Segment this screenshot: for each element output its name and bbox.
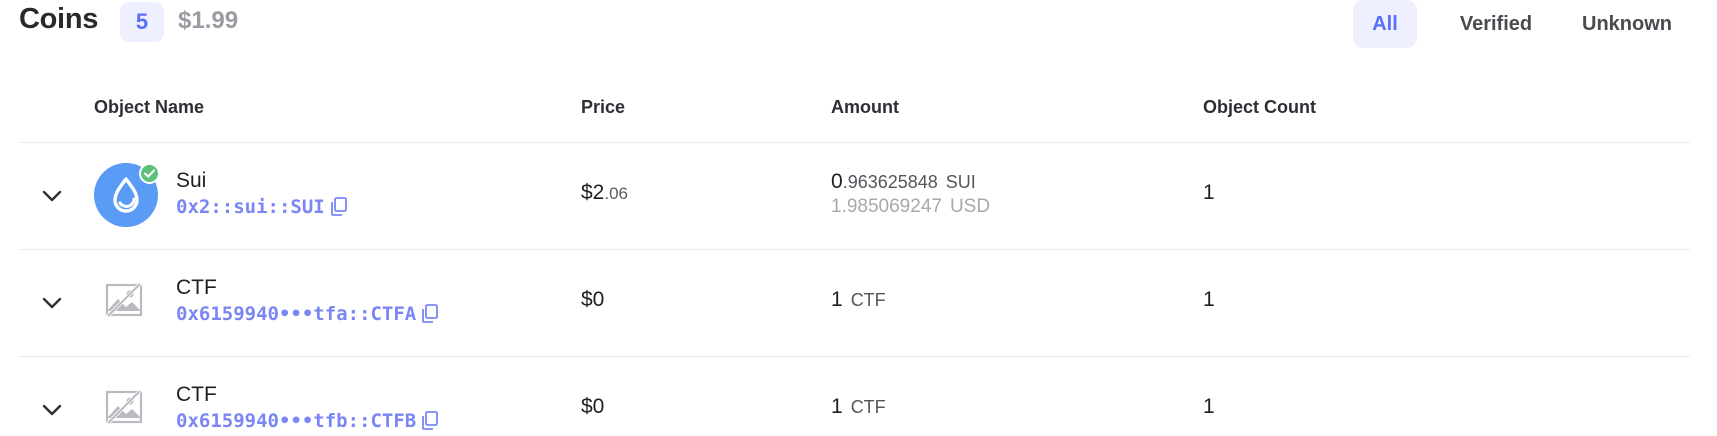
coin-name: CTF: [176, 383, 217, 406]
verified-check-icon: [139, 163, 160, 184]
amount-usd-value: 1.985069247 USD: [831, 196, 990, 218]
copy-icon[interactable]: [421, 410, 439, 431]
coin-price: $0: [581, 395, 604, 419]
usd-unit: USD: [949, 196, 991, 217]
coin-count-badge: 5: [120, 2, 164, 42]
column-header-amount: Amount: [831, 97, 899, 117]
coin-type-link[interactable]: 0x2::sui::SUI: [176, 196, 348, 218]
coin-type-link[interactable]: 0x6159940•••tfb::CTFB: [176, 410, 439, 432]
price-integer: $0: [581, 288, 605, 311]
coin-price: $0: [581, 288, 604, 312]
table-header: Object Name Price Amount Object Count: [19, 80, 1690, 143]
amount-integer: 0: [831, 170, 843, 193]
table-row[interactable]: CTF 0x6159940•••tfb::CTFB $0 1 CTF 1: [19, 357, 1690, 436]
table-row[interactable]: CTF 0x6159940•••tfa::CTFA $0 1 CTF 1: [19, 250, 1690, 357]
column-header-object-count: Object Count: [1203, 97, 1316, 117]
object-count: 1: [1203, 395, 1215, 418]
coin-amount: 0.963625848 SUI: [831, 170, 976, 194]
coin-name: Sui: [176, 169, 207, 192]
image-placeholder-icon: [104, 387, 144, 427]
image-placeholder-icon: [104, 280, 144, 320]
filter-all-button[interactable]: All: [1353, 0, 1417, 48]
chevron-down-icon[interactable]: [41, 189, 63, 203]
price-decimal: .06: [604, 184, 628, 203]
amount-unit: SUI: [945, 172, 976, 192]
coin-price: $2.06: [581, 181, 628, 205]
price-integer: $2: [581, 181, 605, 204]
coin-type-link[interactable]: 0x6159940•••tfa::CTFA: [176, 303, 439, 325]
amount-unit: CTF: [850, 397, 886, 417]
coin-amount: 1 CTF: [831, 288, 886, 312]
table-row[interactable]: Sui 0x2::sui::SUI $2.06 0.963625848 SUI 1…: [19, 143, 1690, 250]
usd-number: 1.985069247: [831, 196, 942, 217]
coins-header: Coins 5 $1.99 All Verified Unknown: [19, 0, 1679, 50]
copy-icon[interactable]: [330, 196, 348, 217]
page-title: Coins: [19, 3, 99, 35]
amount-unit: CTF: [850, 290, 886, 310]
amount-integer: 1: [831, 288, 843, 311]
amount-decimal: .963625848: [842, 172, 938, 192]
total-value: $1.99: [178, 7, 239, 34]
coin-type-text[interactable]: 0x6159940•••tfa::CTFA: [176, 303, 416, 325]
chevron-down-icon[interactable]: [41, 403, 63, 417]
filter-unknown-button[interactable]: Unknown: [1574, 0, 1680, 48]
price-integer: $0: [581, 395, 605, 418]
coin-amount: 1 CTF: [831, 395, 886, 419]
column-header-object-name: Object Name: [94, 97, 205, 117]
filter-verified-button[interactable]: Verified: [1441, 0, 1551, 48]
copy-icon[interactable]: [421, 303, 439, 324]
coin-type-text[interactable]: 0x2::sui::SUI: [176, 196, 325, 218]
object-count: 1: [1203, 288, 1215, 311]
coin-type-text[interactable]: 0x6159940•••tfb::CTFB: [176, 410, 416, 432]
object-count: 1: [1203, 181, 1215, 204]
scrollbar[interactable]: [1697, 0, 1717, 436]
amount-integer: 1: [831, 395, 843, 418]
column-header-price: Price: [581, 97, 626, 117]
coin-name: CTF: [176, 276, 217, 299]
chevron-down-icon[interactable]: [41, 296, 63, 310]
